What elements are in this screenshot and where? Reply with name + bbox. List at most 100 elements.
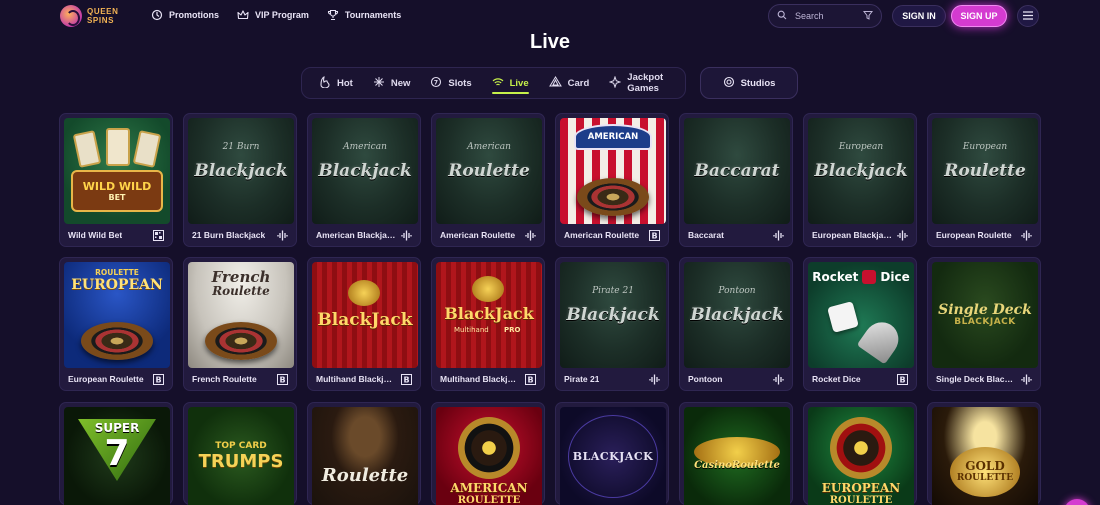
game-card[interactable]: TOP CARD TRUMPS (183, 402, 297, 505)
thumb-title: TRUMPS (198, 451, 284, 472)
thumb-subtitle: Multihand (454, 326, 489, 334)
game-thumbnail: 21 Burn Blackjack (188, 118, 294, 224)
game-card[interactable]: Single Deck BLACKJACK Single Deck Blackj… (927, 257, 1041, 391)
game-thumbnail: French Roulette (188, 262, 294, 368)
search-input[interactable]: Search (787, 11, 863, 21)
svg-text:B: B (899, 375, 905, 384)
tab-new[interactable]: New (373, 67, 411, 99)
game-card[interactable]: American Blackjack American Blackjack (307, 113, 421, 247)
tab-new-label: New (390, 77, 411, 89)
evolution-icon (773, 230, 784, 241)
thumb-title: Rocket (812, 270, 859, 284)
tab-hot[interactable]: Hot (319, 67, 353, 99)
game-card[interactable]: Pirate 21 Blackjack Pirate 21 (555, 257, 669, 391)
search-box[interactable]: Search (768, 4, 882, 28)
new-icon (373, 76, 385, 91)
game-card[interactable]: Rocket Dice Rocket Dice B (803, 257, 917, 391)
game-card[interactable]: Roulette (307, 402, 421, 505)
sign-in-button[interactable]: SIGN IN (892, 5, 946, 27)
qr-icon (153, 229, 164, 241)
crown-icon (237, 9, 249, 21)
game-thumbnail: Rocket Dice (808, 262, 914, 368)
sign-up-button[interactable]: SIGN UP (951, 5, 1007, 27)
svg-text:7: 7 (434, 79, 438, 86)
thumb-subtitle: BET (108, 193, 126, 202)
game-name: Pontoon (688, 374, 723, 384)
roulette-wheel-image (205, 322, 277, 360)
game-card[interactable]: BLACKJACK (555, 402, 669, 505)
game-card[interactable]: ROULETTE EUROPEAN European Roulette B (59, 257, 173, 391)
svg-text:B: B (155, 375, 161, 384)
nav-promotions[interactable]: Promotions (151, 9, 219, 21)
game-card[interactable]: AMERICAN American Roulette B (555, 113, 669, 247)
tab-hot-label: Hot (337, 77, 353, 89)
tab-live[interactable]: Live (491, 67, 529, 99)
game-name: 21 Burn Blackjack (192, 230, 266, 240)
evolution-icon (773, 374, 784, 385)
game-card[interactable]: CasinoRoulette (679, 402, 793, 505)
studios-button[interactable]: Studios (700, 67, 798, 99)
game-card[interactable]: Pontoon Blackjack Pontoon (679, 257, 793, 391)
nav-vip-program[interactable]: VIP Program (237, 9, 309, 21)
nav-tournaments[interactable]: Tournaments (327, 9, 401, 21)
game-thumbnail: GOLD ROULETTE (932, 407, 1038, 505)
studios-icon (723, 76, 735, 91)
game-card[interactable]: 21 Burn Blackjack 21 Burn Blackjack (183, 113, 297, 247)
game-card[interactable]: GOLD ROULETTE (927, 402, 1041, 505)
game-thumbnail: BlackJack Multihand PRO (436, 262, 542, 368)
thumb-subtitle: Pirate 21 (592, 286, 634, 296)
game-thumbnail: European Roulette (932, 118, 1038, 224)
evolution-icon (1021, 230, 1032, 241)
game-card[interactable]: AMERICAN ROULETTE (431, 402, 545, 505)
thumb-title: Roulette (448, 160, 530, 181)
game-card[interactable]: EUROPEAN ROULETTE (803, 402, 917, 505)
page-title: Live (529, 31, 571, 53)
chat-support-button[interactable] (1064, 499, 1090, 505)
hamburger-menu-button[interactable] (1017, 5, 1039, 27)
game-card[interactable]: WILD WILD BET Wild Wild Bet (59, 113, 173, 247)
game-name: European Blackjack (812, 230, 892, 240)
thumb-title: Blackjack (194, 160, 288, 181)
game-card[interactable]: European Blackjack European Blackjack (803, 113, 917, 247)
b-icon: B (649, 229, 660, 241)
game-card[interactable]: American Roulette American Roulette (431, 113, 545, 247)
trophy-icon (327, 9, 339, 21)
category-tabs: Hot New 7 Slots Live Card Jackpot Games (301, 67, 686, 99)
site-logo[interactable]: QUEEN SPINS (60, 5, 118, 27)
game-card[interactable]: Baccarat Baccarat (679, 113, 793, 247)
roulette-wheel-image (577, 178, 649, 216)
tab-card[interactable]: Card (548, 67, 589, 99)
game-card[interactable]: French Roulette French Roulette B (183, 257, 297, 391)
thumb-subtitle: BLACKJACK (954, 317, 1016, 327)
thumb-title: Single Deck (938, 302, 1032, 318)
thumb-title: WILD WILD (82, 180, 152, 193)
game-name: French Roulette (192, 374, 257, 384)
game-name: European Roulette (68, 374, 144, 384)
evolution-icon (1021, 374, 1032, 385)
thumb-title: BlackJack (444, 304, 534, 323)
filter-icon[interactable] (863, 10, 873, 22)
game-card[interactable]: European Roulette European Roulette (927, 113, 1041, 247)
game-card[interactable]: BlackJack Multihand PRO Multihand Blackj… (431, 257, 545, 391)
nav-promotions-label: Promotions (169, 10, 220, 20)
game-card[interactable]: SUPER 7 (59, 402, 173, 505)
thumb-subtitle: American (343, 142, 387, 152)
thumb-title: Baccarat (694, 160, 780, 181)
logo-line-1: QUEEN (87, 7, 119, 16)
thumb-subtitle: ROULETTE (95, 268, 139, 277)
tab-slots[interactable]: 7 Slots (430, 67, 472, 99)
tab-jackpot-games[interactable]: Jackpot Games (608, 67, 685, 99)
game-name: Pirate 21 (564, 374, 600, 384)
logo-line-2: SPINS (87, 16, 115, 25)
nav-vip-label: VIP Program (255, 10, 309, 20)
game-name: Baccarat (688, 230, 724, 240)
tab-live-label: Live (509, 77, 529, 89)
game-thumbnail: American Blackjack (312, 118, 418, 224)
thumb-title: Blackjack (690, 304, 784, 325)
b-icon: B (525, 373, 536, 385)
thumb-badge: PRO (504, 326, 521, 334)
evolution-icon (525, 230, 536, 241)
game-thumbnail: Pontoon Blackjack (684, 262, 790, 368)
card-icon (548, 75, 562, 91)
game-card[interactable]: BlackJack Multihand Blackjack B (307, 257, 421, 391)
